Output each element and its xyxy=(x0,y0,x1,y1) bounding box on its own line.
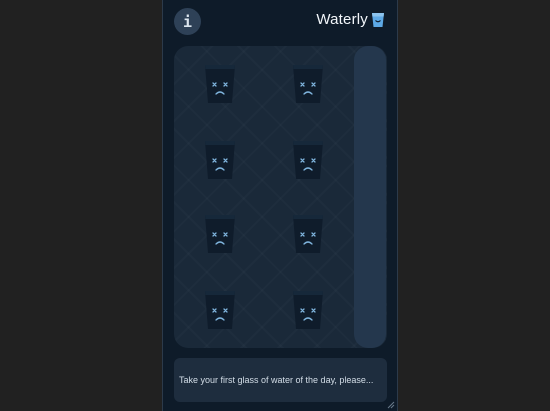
brand: Waterly xyxy=(316,11,385,28)
resize-grip-icon[interactable] xyxy=(387,401,395,409)
sad-glass-icon[interactable] xyxy=(291,214,325,254)
glass-logo-icon xyxy=(372,12,384,27)
sad-glass-icon[interactable] xyxy=(291,64,325,104)
sad-glass-icon[interactable] xyxy=(291,290,325,330)
status-message: Take your first glass of water of the da… xyxy=(174,358,387,402)
app-window: i Waterly Take your first glass of water… xyxy=(162,0,398,411)
sad-glass-icon[interactable] xyxy=(203,64,237,104)
sad-glass-icon[interactable] xyxy=(203,290,237,330)
info-icon: i xyxy=(182,12,193,31)
progress-bar xyxy=(354,46,386,348)
info-button[interactable]: i xyxy=(174,8,201,35)
sad-glass-icon[interactable] xyxy=(203,140,237,180)
brand-name: Waterly xyxy=(316,11,368,28)
sad-glass-icon[interactable] xyxy=(203,214,237,254)
sad-glass-icon[interactable] xyxy=(291,140,325,180)
